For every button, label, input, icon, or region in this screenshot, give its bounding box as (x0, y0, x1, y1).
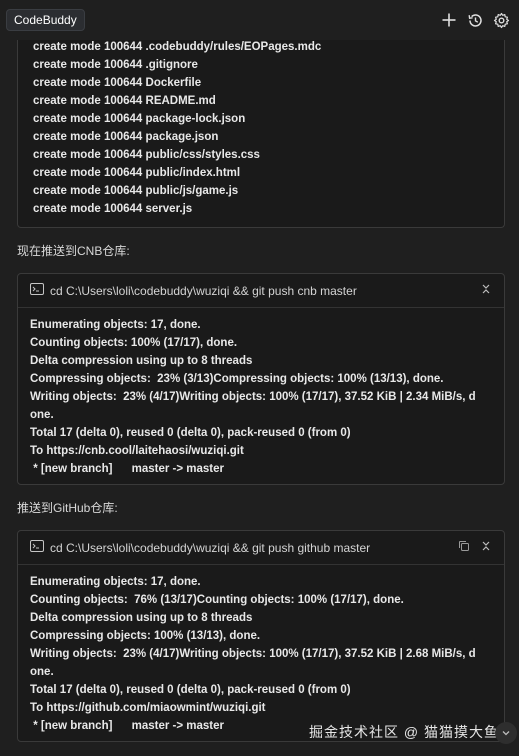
scroll-down-button[interactable] (495, 722, 517, 744)
terminal-line: create mode 100644 public/index.html (33, 167, 241, 179)
plus-icon (442, 13, 456, 27)
terminal-header: cd C:\Users\loli\codebuddy\wuziqi && git… (18, 274, 504, 308)
terminal-command: cd C:\Users\loli\codebuddy\wuziqi && git… (50, 540, 371, 555)
terminal-icon (30, 282, 44, 300)
terminal-line: Total 17 (delta 0), reused 0 (delta 0), … (30, 427, 351, 439)
terminal-line: Compressing objects: 23% (3/13)Compressi… (30, 373, 444, 385)
terminal-line: create mode 100644 server.js (33, 203, 193, 215)
terminal-line: Delta compression using up to 8 threads (30, 355, 253, 367)
terminal-line: Enumerating objects: 17, done. (30, 319, 201, 331)
terminal-body: Enumerating objects: 17, done. Counting o… (18, 565, 504, 735)
settings-button[interactable] (491, 10, 511, 30)
terminal-line: Writing objects: 23% (4/17)Writing objec… (30, 648, 476, 660)
gear-icon (493, 12, 509, 28)
codebuddy-panel: create mode 100644 .codebuddy/rules/EOPa… (0, 0, 519, 756)
app-title[interactable]: CodeBuddy (6, 9, 85, 31)
terminal-line: create mode 100644 README.md (33, 95, 216, 107)
collapse-icon[interactable] (480, 539, 492, 557)
terminal-line: Total 17 (delta 0), reused 0 (delta 0), … (30, 684, 351, 696)
terminal-line: one. (30, 666, 54, 678)
terminal-block-github: cd C:\Users\loli\codebuddy\wuziqi && git… (17, 530, 505, 742)
terminal-line: create mode 100644 public/js/game.js (33, 185, 239, 197)
terminal-line: Enumerating objects: 17, done. (30, 576, 201, 588)
terminal-line: create mode 100644 package.json (33, 131, 219, 143)
assistant-message-cnb: 现在推送到CNB仓库: (17, 244, 130, 258)
watermark: 掘金技术社区 @ 猫猫摸大鱼 (309, 724, 499, 740)
terminal-command: cd C:\Users\loli\codebuddy\wuziqi && git… (50, 283, 357, 298)
header-actions (439, 10, 511, 30)
assistant-message-github: 推送到GitHub仓库: (17, 501, 118, 515)
terminal-body: create mode 100644 .codebuddy/rules/EOPa… (18, 24, 504, 218)
new-chat-button[interactable] (439, 10, 459, 30)
history-icon (468, 13, 482, 27)
terminal-line: Counting objects: 76% (13/17)Counting ob… (30, 594, 404, 606)
chat-content: create mode 100644 .codebuddy/rules/EOPa… (0, 0, 519, 756)
terminal-header: cd C:\Users\loli\codebuddy\wuziqi && git… (18, 531, 504, 565)
terminal-line: create mode 100644 .gitignore (33, 59, 198, 71)
terminal-body: Enumerating objects: 17, done. Counting o… (18, 308, 504, 478)
collapse-icon[interactable] (480, 282, 492, 300)
terminal-block-cnb: cd C:\Users\loli\codebuddy\wuziqi && git… (17, 273, 505, 485)
terminal-line: Compressing objects: 100% (13/13), done. (30, 630, 261, 642)
terminal-line: To https://github.com/miaowmint/wuziqi.g… (30, 702, 266, 714)
history-button[interactable] (465, 10, 485, 30)
terminal-line: create mode 100644 .codebuddy/rules/EOPa… (33, 41, 322, 53)
terminal-line: create mode 100644 package-lock.json (33, 113, 246, 125)
terminal-line: * [new branch] master -> master (30, 463, 224, 475)
terminal-icon (30, 539, 44, 557)
panel-header: CodeBuddy (0, 0, 519, 40)
terminal-line: create mode 100644 public/css/styles.css (33, 149, 260, 161)
terminal-line: Counting objects: 100% (17/17), done. (30, 337, 238, 349)
terminal-line: Writing objects: 23% (4/17)Writing objec… (30, 391, 476, 403)
copy-icon[interactable] (458, 539, 470, 557)
terminal-output-commit: create mode 100644 .codebuddy/rules/EOPa… (17, 24, 505, 228)
terminal-line: create mode 100644 Dockerfile (33, 77, 202, 89)
chevron-down-icon (502, 731, 510, 736)
terminal-line: To https://cnb.cool/laitehaosi/wuziqi.gi… (30, 445, 244, 457)
terminal-line: one. (30, 409, 54, 421)
terminal-line: Delta compression using up to 8 threads (30, 612, 253, 624)
